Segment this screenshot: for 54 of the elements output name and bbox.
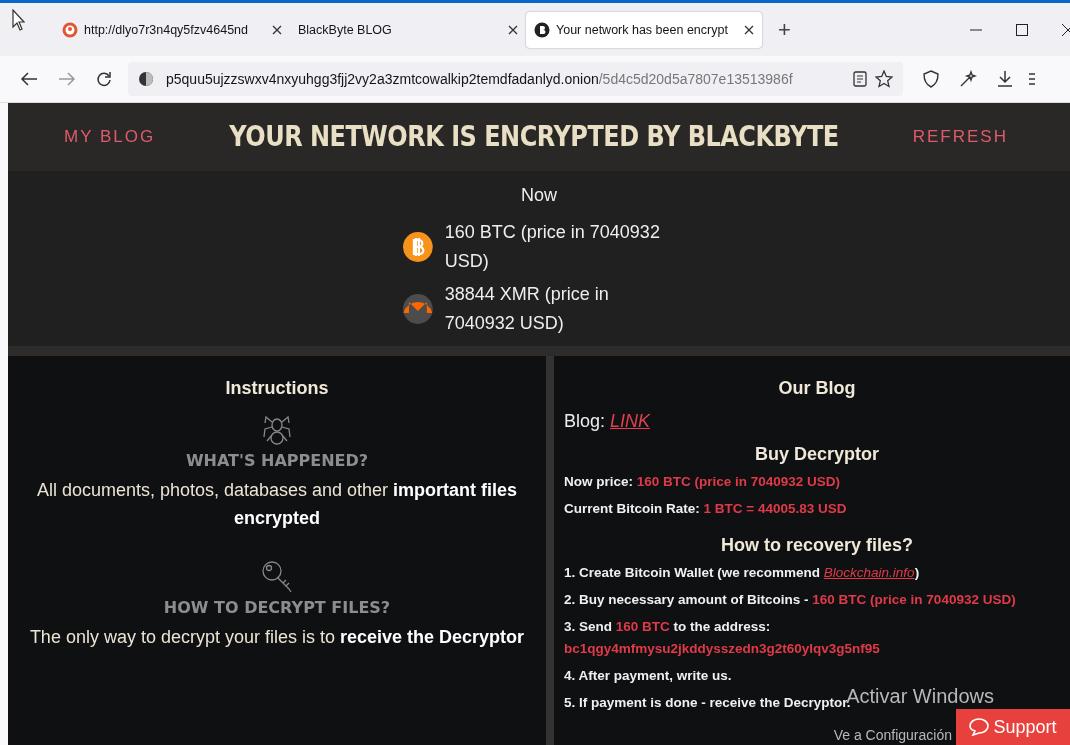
price-line: Current Bitcoin Rate: 1 BTC = 44005.83 USD	[564, 500, 847, 518]
new-tab-button[interactable]: +	[772, 15, 797, 44]
cursor-icon	[12, 9, 26, 31]
close-icon[interactable]	[744, 24, 754, 35]
section-title: Buy Decryptor	[754, 444, 880, 465]
site-icon	[534, 21, 550, 38]
price-label: Now	[521, 185, 557, 206]
maximize-icon[interactable]	[1016, 23, 1028, 36]
address-bar[interactable]: p5quu5ujzzswxv4nxyuhgg3fjj2vy2a3zmtcowalkip2temdfadanlyd.onion/5d4c5d20d5a7807e13513986f	[128, 62, 903, 96]
reader-icon[interactable]	[853, 71, 867, 87]
bitcoin-icon	[403, 232, 433, 262]
browser-tab[interactable]: Your network has been encrypt	[526, 11, 762, 48]
browser-tab[interactable]: http://dlyo7r3n4qy5fzv4645nd	[54, 11, 290, 48]
section-title: Our Blog	[777, 378, 857, 399]
key-icon	[261, 560, 293, 594]
step-text: 1. Create Bitcoin Wallet (we recommend Blockchain.info)	[564, 564, 920, 582]
forward-icon[interactable]	[58, 71, 76, 87]
sparkle-icon[interactable]	[959, 70, 977, 88]
menu-icon[interactable]	[1029, 72, 1035, 86]
price-text: 160 BTC (price in 7040932 USD)	[444, 221, 661, 273]
section-title: Instructions	[225, 378, 329, 399]
section-text: All documents, photos, databases and other important files encrypted	[35, 479, 519, 530]
page-title: YOUR NETWORK IS ENCRYPTED BY BLACKBYTE	[229, 120, 839, 154]
close-icon[interactable]	[508, 24, 518, 35]
blog-link[interactable]: LINK	[610, 411, 651, 431]
spider-icon	[262, 413, 292, 447]
blockchain-link[interactable]: Blockchain.info	[823, 565, 915, 580]
section-heading: WHAT'S HAPPENED?	[185, 451, 369, 470]
blog-label: Blog:	[564, 411, 606, 431]
url-path: /5d4c5d20d5a7807e13513986f	[598, 71, 793, 87]
section-title: How to recovery files?	[719, 535, 915, 556]
star-icon[interactable]	[875, 70, 893, 88]
chat-icon	[969, 718, 990, 736]
section-text: The only way to decrypt your files is to receive the Decryptor	[28, 626, 526, 649]
browser-tab[interactable]: BlackByte BLOG	[290, 11, 526, 48]
reload-icon[interactable]	[96, 71, 112, 87]
my-blog-link[interactable]: MY BLOG	[64, 127, 156, 147]
download-icon[interactable]	[997, 70, 1013, 88]
url-host: p5quu5ujzzswxv4nxyuhgg3fjj2vy2a3zmtcowalkip2temdfadanlyd.onion	[166, 71, 599, 87]
step-text: 2. Buy necessary amount of Bitcoins - 160 BTC (price in 7040932 USD)	[564, 591, 1016, 609]
onion-icon	[138, 71, 154, 87]
close-icon[interactable]	[272, 24, 282, 35]
monero-icon	[403, 294, 433, 324]
step-text: 4. After payment, write us.	[564, 667, 732, 685]
close-icon[interactable]	[1062, 23, 1070, 36]
back-icon[interactable]	[20, 71, 38, 87]
step-text: 3. Send 160 BTC to the address: bc1qgy4mfmysu2jkddysszedn3g2t60ylqv3g5nf95	[564, 618, 880, 658]
support-button[interactable]: Support	[956, 709, 1070, 745]
shield-icon[interactable]	[923, 70, 939, 88]
price-line: Now price: 160 BTC (price in 7040932 USD)	[564, 473, 841, 491]
section-heading: HOW TO DECRYPT FILES?	[163, 598, 391, 617]
price-text: 38844 XMR (price in 7040932 USD)	[444, 283, 610, 335]
activation-hint: Ve a Configuración	[833, 727, 952, 743]
refresh-link[interactable]: REFRESH	[912, 127, 1008, 147]
